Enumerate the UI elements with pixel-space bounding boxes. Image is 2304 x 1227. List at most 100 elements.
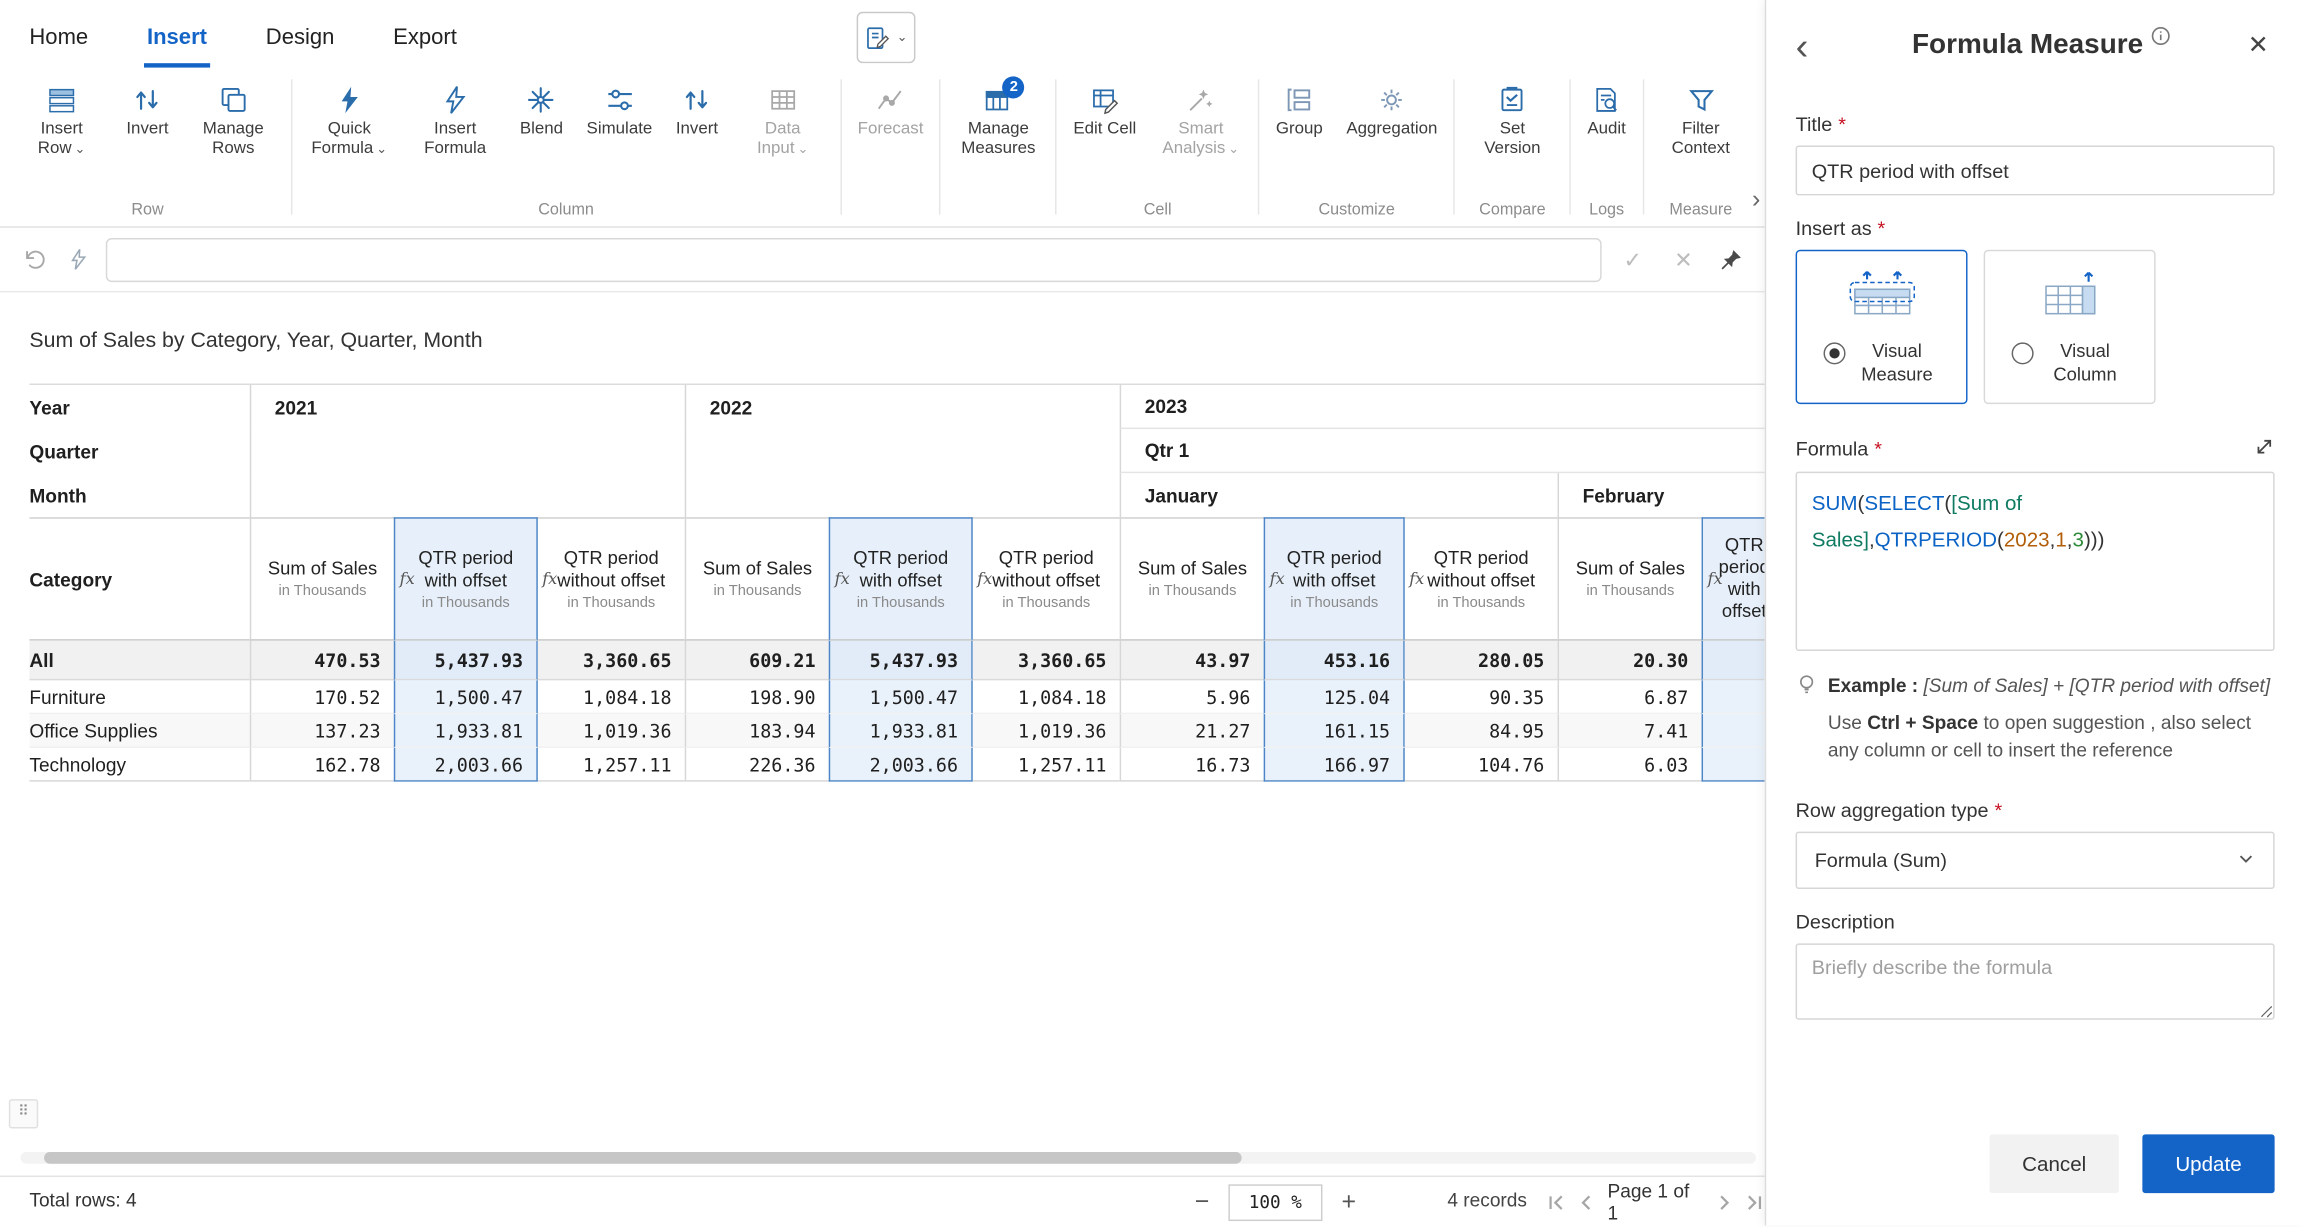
column-header[interactable]: fxQTR period without offsetin Thousands — [1405, 517, 1558, 640]
quick-formula-button[interactable]: Quick Formula⌄ — [299, 75, 399, 162]
column-header-selected[interactable]: fxQTR period with offset — [1702, 517, 1765, 640]
table-cell[interactable]: 6.03 — [1558, 748, 1702, 782]
row-label[interactable]: All — [29, 641, 249, 681]
column-header-selected[interactable]: fxQTR period with offsetin Thousands — [394, 517, 538, 640]
invert-column-button[interactable]: Invert — [667, 75, 727, 143]
table-cell[interactable]: 3,360.65 — [973, 641, 1120, 681]
column-header[interactable]: fxQTR period without offsetin Thousands — [538, 517, 685, 640]
manage-measures-button[interactable]: 2 Manage Measures — [948, 75, 1048, 162]
audit-button[interactable]: Audit — [1579, 75, 1635, 143]
zoom-in-button[interactable]: + — [1341, 1187, 1356, 1216]
forecast-button[interactable]: Forecast — [849, 75, 932, 143]
ribbon-overflow-button[interactable]: › — [1752, 153, 1760, 247]
row-label[interactable]: Technology — [29, 748, 249, 782]
table-cell[interactable] — [1702, 641, 1765, 681]
row-label[interactable]: Office Supplies — [29, 714, 249, 748]
description-textarea[interactable] — [1796, 943, 2275, 1019]
quarter-header[interactable]: Qtr 1 — [1120, 429, 1765, 473]
radio-visual-measure[interactable] — [1824, 342, 1846, 364]
month-header[interactable]: January — [1120, 473, 1558, 517]
table-cell[interactable]: 1,019.36 — [973, 714, 1120, 748]
table-cell[interactable]: 161.15 — [1264, 714, 1405, 748]
table-cell[interactable]: 170.52 — [250, 680, 394, 714]
previous-page-button[interactable] — [1577, 1192, 1596, 1211]
column-header[interactable]: Sum of Salesin Thousands — [250, 517, 394, 640]
table-cell[interactable]: 20.30 — [1558, 641, 1702, 681]
column-header[interactable]: fxQTR period without offsetin Thousands — [973, 517, 1120, 640]
column-header[interactable]: Sum of Salesin Thousands — [1120, 517, 1264, 640]
expand-icon[interactable] — [2254, 436, 2275, 461]
table-cell[interactable]: 2,003.66 — [829, 748, 973, 782]
annotation-button[interactable]: ⌄ — [857, 12, 916, 63]
scrollbar-thumb[interactable] — [44, 1152, 1242, 1164]
table-cell[interactable]: 226.36 — [685, 748, 829, 782]
table-cell[interactable]: 609.21 — [685, 641, 829, 681]
tab-export[interactable]: Export — [390, 7, 460, 67]
cancel-button[interactable]: Cancel — [1990, 1134, 2119, 1193]
radio-visual-column[interactable] — [2012, 342, 2034, 364]
invert-row-button[interactable]: Invert — [118, 75, 178, 143]
table-cell[interactable]: 104.76 — [1405, 748, 1558, 782]
table-cell[interactable]: 90.35 — [1405, 680, 1558, 714]
group-button[interactable]: Group — [1267, 75, 1332, 143]
zoom-level[interactable]: 100 % — [1228, 1184, 1322, 1221]
last-page-button[interactable] — [1746, 1192, 1765, 1211]
info-icon[interactable] — [2150, 26, 2169, 52]
table-cell[interactable]: 5.96 — [1120, 680, 1264, 714]
table-cell[interactable]: 470.53 — [250, 641, 394, 681]
table-cell[interactable]: 3,360.65 — [538, 641, 685, 681]
column-header-selected[interactable]: fxQTR period with offsetin Thousands — [829, 517, 973, 640]
category-header[interactable]: Category — [29, 517, 249, 640]
horizontal-scrollbar[interactable] — [21, 1152, 1756, 1164]
table-cell[interactable]: 16.73 — [1120, 748, 1264, 782]
row-aggregation-select[interactable]: Formula (Sum) — [1796, 832, 2275, 889]
insert-formula-button[interactable]: Insert Formula — [405, 75, 505, 162]
table-cell[interactable]: 1,019.36 — [538, 714, 685, 748]
pin-icon[interactable] — [1715, 248, 1747, 272]
formula-bar-input[interactable] — [106, 237, 1602, 281]
option-visual-column[interactable]: Visual Column — [1984, 250, 2156, 404]
cancel-cross-icon[interactable]: ✕ — [1664, 246, 1703, 272]
aggregation-button[interactable]: Aggregation — [1338, 75, 1447, 143]
table-cell[interactable]: 1,084.18 — [973, 680, 1120, 714]
option-visual-measure[interactable]: Visual Measure — [1796, 250, 1968, 404]
table-cell[interactable] — [1702, 680, 1765, 714]
table-cell[interactable]: 1,500.47 — [394, 680, 538, 714]
table-cell[interactable]: 162.78 — [250, 748, 394, 782]
filter-context-button[interactable]: Filter Context — [1651, 75, 1751, 162]
month-header[interactable]: February — [1558, 473, 1765, 517]
table-cell[interactable]: 166.97 — [1264, 748, 1405, 782]
close-button[interactable]: ✕ — [2242, 25, 2275, 66]
table-cell[interactable]: 137.23 — [250, 714, 394, 748]
table-cell[interactable]: 5,437.93 — [394, 641, 538, 681]
table-cell[interactable]: 1,084.18 — [538, 680, 685, 714]
first-page-button[interactable] — [1546, 1192, 1565, 1211]
column-header-selected[interactable]: fxQTR period with offsetin Thousands — [1264, 517, 1405, 640]
table-cell[interactable]: 183.94 — [685, 714, 829, 748]
table-cell[interactable]: 7.41 — [1558, 714, 1702, 748]
next-page-button[interactable] — [1715, 1192, 1734, 1211]
zoom-out-button[interactable]: − — [1195, 1187, 1210, 1216]
table-cell[interactable]: 1,933.81 — [829, 714, 973, 748]
table-cell[interactable]: 280.05 — [1405, 641, 1558, 681]
update-button[interactable]: Update — [2142, 1134, 2274, 1193]
manage-rows-button[interactable]: Manage Rows — [183, 75, 283, 162]
formula-editor[interactable]: SUM(SELECT([Sum of Sales],QTRPERIOD(2023… — [1796, 472, 2275, 651]
table-cell[interactable]: 2,003.66 — [394, 748, 538, 782]
column-header[interactable]: Sum of Salesin Thousands — [1558, 517, 1702, 640]
tab-design[interactable]: Design — [263, 7, 338, 67]
table-cell[interactable]: 1,933.81 — [394, 714, 538, 748]
table-cell[interactable]: 43.97 — [1120, 641, 1264, 681]
year-header[interactable]: 2022 — [685, 384, 1120, 430]
smart-analysis-button[interactable]: Smart Analysis⌄ — [1151, 75, 1251, 162]
table-cell[interactable]: 84.95 — [1405, 714, 1558, 748]
row-label[interactable]: Furniture — [29, 680, 249, 714]
table-cell[interactable]: 21.27 — [1120, 714, 1264, 748]
tab-home[interactable]: Home — [26, 7, 91, 67]
year-header[interactable]: 2021 — [250, 384, 685, 430]
table-cell[interactable]: 125.04 — [1264, 680, 1405, 714]
insert-row-button[interactable]: Insert Row⌄ — [12, 75, 112, 162]
year-header[interactable]: 2023 — [1120, 384, 1765, 430]
table-cell[interactable] — [1702, 748, 1765, 782]
table-cell[interactable]: 5,437.93 — [829, 641, 973, 681]
